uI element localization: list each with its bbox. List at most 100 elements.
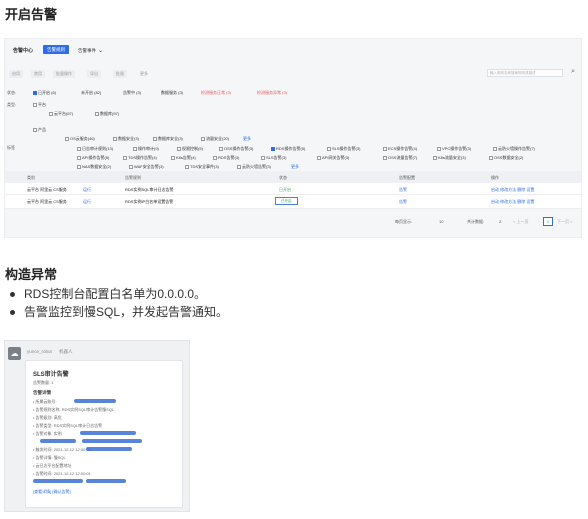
- tag-item[interactable]: NAS数据安全(2): [77, 164, 111, 170]
- redacted-value: [80, 431, 136, 435]
- row-actions[interactable]: 启动 修改方法 删除 设置: [491, 187, 534, 193]
- row-actions[interactable]: 启动 修改方法 删除 设置: [491, 199, 534, 205]
- tag-item[interactable]: 云防火墙告警(3): [237, 164, 271, 170]
- type-platform-item-1[interactable]: 云平台(67): [49, 111, 73, 117]
- tag-item[interactable]: 云防火墙操作告警(7): [493, 146, 535, 152]
- tag-item[interactable]: SLS告警(3): [261, 155, 286, 161]
- next-page-button[interactable]: 下一页 >: [557, 219, 572, 225]
- status-label: 状态:: [7, 90, 17, 95]
- checkbox-icon: [65, 136, 69, 141]
- table-row[interactable]: 云平台 阿里云 CS服务 运行 RDS实例SQL审计日志告警 已开启 告警 启动…: [5, 183, 581, 195]
- checkbox-icon: [123, 155, 127, 160]
- filter-button-4[interactable]: 导出: [87, 70, 101, 78]
- prev-page-button[interactable]: < 上一页: [513, 219, 528, 225]
- row-category-tag: 运行: [83, 187, 91, 192]
- status-option-alerting[interactable]: 告警中 (3): [123, 90, 141, 96]
- type-product[interactable]: 产品: [33, 127, 46, 133]
- tag-item[interactable]: K8s流量安全(3): [433, 155, 466, 161]
- tag-item[interactable]: VPC操作告警(3): [437, 146, 471, 152]
- status-option-disabled[interactable]: 未开启 (82): [81, 90, 101, 96]
- filter-button-5[interactable]: 批量: [113, 70, 127, 78]
- row-status-toggle[interactable]: 已开启: [275, 197, 298, 205]
- tag-item-label: K8s告警(4): [176, 155, 196, 160]
- rule-search-input[interactable]: 输入规则名称搜索规则或描述: [487, 69, 563, 77]
- sender-tag: 机器人: [59, 349, 73, 354]
- product-item-3[interactable]: 数据库安全(3): [153, 136, 183, 142]
- tag-item[interactable]: RDS告警(3): [213, 155, 239, 161]
- tag-item[interactable]: 操作审计(9): [133, 146, 159, 152]
- checkbox-icon: [95, 111, 99, 116]
- row-category-tag: 运行: [83, 199, 91, 204]
- filter-button-6[interactable]: 更多: [137, 70, 151, 78]
- tag-item-label: RDS告警(3): [218, 155, 240, 160]
- per-page-select[interactable]: 10: [439, 219, 443, 224]
- tag-item[interactable]: OSS操作告警(3): [219, 146, 253, 152]
- tag-item[interactable]: 日志审计规则(13): [77, 146, 113, 152]
- filter-button-2[interactable]: 禁用: [31, 70, 45, 78]
- checkbox-icon: [237, 164, 241, 169]
- tag-item[interactable]: TDS操作告警(4): [123, 155, 157, 161]
- current-page-button[interactable]: 1: [543, 217, 553, 226]
- card-action-links[interactable]: [查看详情] [确认告警]: [33, 489, 71, 495]
- checkbox-icon: [133, 146, 137, 151]
- checkbox-icon: [271, 146, 275, 151]
- tag-item-label: NAS数据安全(2): [82, 164, 112, 169]
- type-item-label: 云平台(67): [54, 111, 74, 116]
- tag-item[interactable]: 权限控制(5): [177, 146, 203, 152]
- checkbox-icon: [49, 111, 53, 116]
- product-item-4[interactable]: 流量安全(20): [201, 136, 229, 142]
- tag-item[interactable]: API操作告警(5): [77, 155, 109, 161]
- list-item: RDS控制台配置白名单为0.0.0.0。: [10, 285, 228, 303]
- tag-item-label: 云防火墙操作告警(7): [498, 146, 535, 151]
- tag-item-label: OSS流量告警(7): [388, 155, 418, 160]
- tag-item[interactable]: K8s告警(4): [171, 155, 196, 161]
- alert-center-title: 告警中心: [13, 48, 34, 54]
- type-platform-item-2[interactable]: 数据库(97): [95, 111, 119, 117]
- tag-item[interactable]: TDS安全事件(3): [185, 164, 219, 170]
- card-line: • 告警对象: 实例: [33, 431, 62, 436]
- alert-events-dropdown[interactable]: 告警事件 ⌄: [78, 47, 103, 54]
- tag-item-label: OSS数据安全(2): [494, 155, 524, 160]
- tag-item[interactable]: SLS操作告警(3): [327, 146, 360, 152]
- filter-button-3[interactable]: 批量操作: [53, 70, 75, 78]
- tag-item-label: SLS操作告警(3): [332, 146, 361, 151]
- card-line: • 云日志平台配置地址: [33, 463, 72, 468]
- col-status: 状态: [279, 175, 287, 180]
- alert-rules-button[interactable]: 告警规则: [43, 45, 69, 54]
- row-rule[interactable]: RDS实例IP白名单设置告警: [125, 199, 173, 205]
- tag-more-link[interactable]: 更多: [291, 164, 299, 170]
- tag-item-label: 日志审计规则(13): [82, 146, 114, 151]
- card-title: SLS审计告警: [33, 372, 69, 378]
- col-actions: 操作: [491, 175, 499, 180]
- row-category: 云平台 阿里云 CS服务: [27, 199, 67, 204]
- filter-button-1[interactable]: 启用: [9, 70, 23, 78]
- status-option-abnormal[interactable]: 检测服务异常 (3): [257, 90, 287, 96]
- row-config-link[interactable]: 告警: [399, 199, 407, 205]
- type-platform[interactable]: 平台: [33, 102, 46, 108]
- status-option-normal[interactable]: 检测服务正常 (3): [201, 90, 231, 96]
- tag-item[interactable]: WAF安全告警(3): [129, 164, 164, 170]
- tag-item[interactable]: RDS操作告警(5): [271, 146, 305, 152]
- status-option-enabled[interactable]: 已开启 (6): [33, 90, 56, 96]
- heading-construct-anomaly: 构造异常: [5, 267, 58, 282]
- type-more-link[interactable]: 更多: [243, 136, 251, 142]
- status-option-label: 已开启 (6): [38, 90, 56, 95]
- status-option-label: 数据服务 (3): [161, 90, 183, 95]
- product-item-2[interactable]: 数据安全(3): [113, 136, 139, 142]
- row-status: 已开启: [279, 187, 291, 192]
- tag-item-label: API操作告警(5): [82, 155, 110, 160]
- per-page-label: 每页显示:: [395, 219, 413, 224]
- tag-item[interactable]: OSS数据安全(2): [489, 155, 523, 161]
- table-row[interactable]: 云平台 阿里云 CS服务 运行 RDS实例IP白名单设置告警 已开启 告警 启动…: [5, 195, 581, 209]
- status-option-data[interactable]: 数据服务 (3): [161, 90, 183, 96]
- search-icon[interactable]: ⌕: [571, 68, 575, 76]
- tag-item[interactable]: OSS流量告警(7): [383, 155, 417, 161]
- card-line: • 告警类型: RDS实例SQL审计日志告警: [33, 423, 103, 428]
- tag-item[interactable]: ECS操作告警(4): [383, 146, 417, 152]
- tag-item[interactable]: API网关告警(3): [317, 155, 349, 161]
- product-item-1[interactable]: OS云服务(46): [65, 136, 95, 142]
- product-item-label: 数据库安全(3): [158, 136, 183, 141]
- row-config-link[interactable]: 告警: [399, 187, 407, 193]
- row-rule[interactable]: RDS实例SQL审计日志告警: [125, 187, 173, 193]
- redacted-value: [82, 439, 142, 443]
